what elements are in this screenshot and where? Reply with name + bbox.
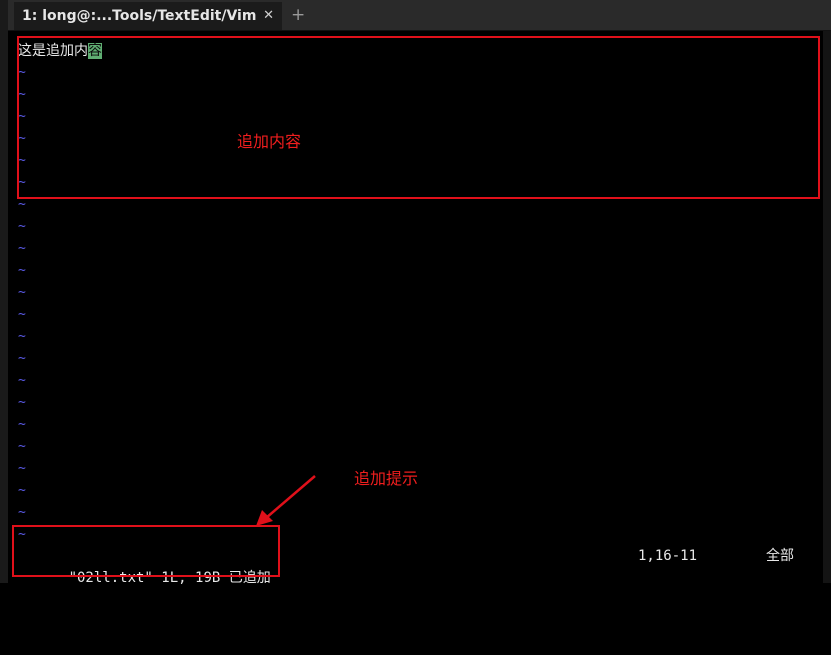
hint-annotation-label: 追加提示 — [354, 469, 419, 488]
cursor-position: 1,16-11 — [638, 548, 698, 564]
tab-title: 1: long@:...Tools/TextEdit/Vim — [22, 8, 257, 24]
new-tab-icon[interactable]: + — [291, 3, 305, 27]
close-icon[interactable]: ✕ — [263, 2, 274, 30]
content-highlight-box — [17, 36, 820, 199]
tilde-line: ~ — [18, 395, 26, 410]
tilde-line: ~ — [18, 483, 26, 498]
hint-highlight-box — [12, 525, 280, 577]
tilde-line: ~ — [18, 285, 26, 300]
tilde-line: ~ — [18, 373, 26, 388]
window-left-edge — [0, 0, 8, 583]
tilde-line: ~ — [18, 219, 26, 234]
tab-vim-session[interactable]: 1: long@:...Tools/TextEdit/Vim ✕ — [14, 2, 282, 30]
tilde-line: ~ — [18, 461, 26, 476]
tilde-line: ~ — [18, 351, 26, 366]
window-right-edge — [823, 30, 831, 583]
scroll-indicator: 全部 — [766, 548, 794, 564]
tilde-line: ~ — [18, 417, 26, 432]
tilde-line: ~ — [18, 439, 26, 454]
tilde-line: ~ — [18, 505, 26, 520]
tab-bar: 1: long@:...Tools/TextEdit/Vim ✕ + — [8, 0, 831, 31]
tilde-line: ~ — [18, 263, 26, 278]
tilde-line: ~ — [18, 307, 26, 322]
tilde-line: ~ — [18, 241, 26, 256]
content-annotation-label: 追加内容 — [237, 132, 302, 151]
terminal-window: 1: long@:...Tools/TextEdit/Vim ✕ + 这是追加内… — [0, 0, 831, 586]
tilde-line: ~ — [18, 329, 26, 344]
